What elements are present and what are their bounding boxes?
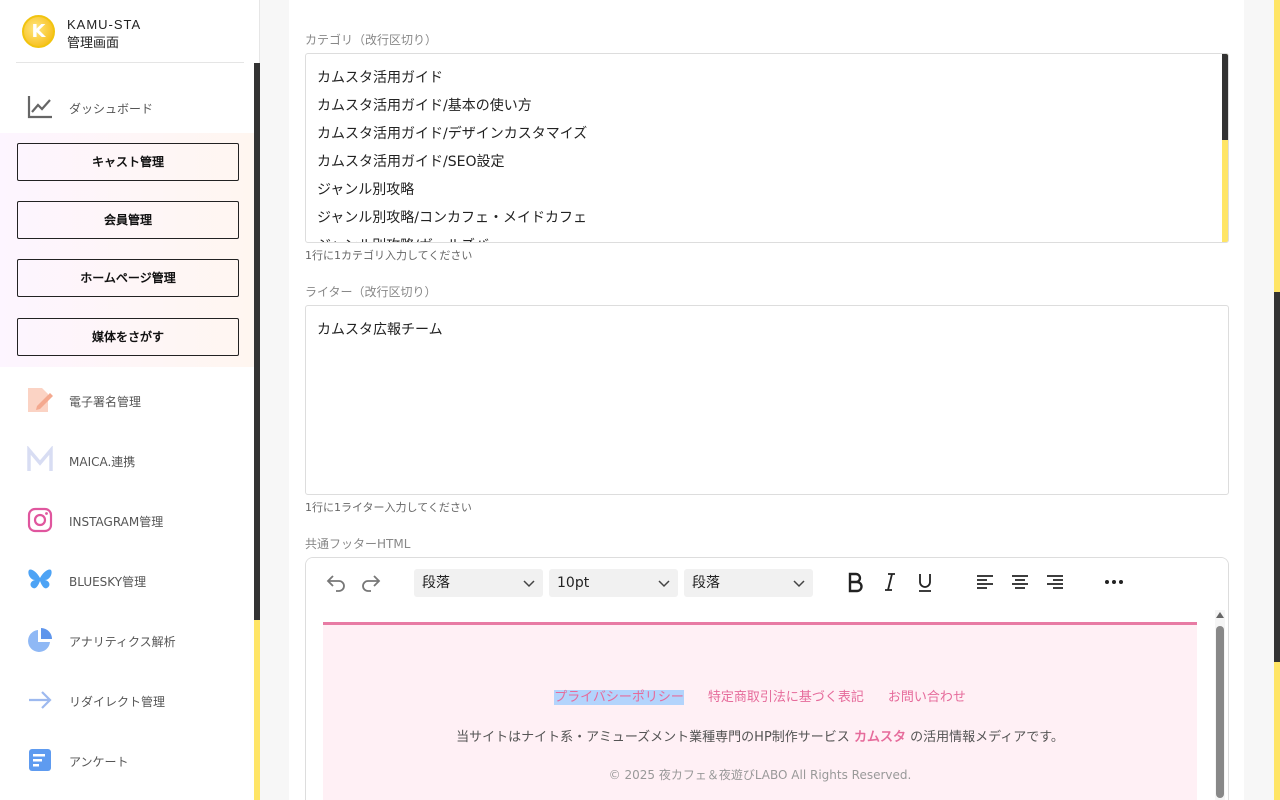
sidebar-item-maica[interactable]: MAICA.連携 [0,430,254,490]
paragraph-value: 段落 [692,575,720,591]
category-help: 1行に1カテゴリ入力してください [305,249,473,262]
kamusta-logo-icon: K [22,15,55,48]
cast-management-button[interactable]: キャスト管理 [17,143,239,181]
sidebar-item-analytics[interactable]: アナリティクス解析 [0,610,254,670]
page-scrollbar-thumb[interactable] [1274,292,1280,662]
paragraph-select[interactable]: 段落 [684,569,813,597]
underline-icon[interactable] [913,570,937,594]
brand-name: KAMU-STA [67,17,142,32]
redo-icon[interactable] [359,570,383,594]
sidebar-item-label: リダイレクト管理 [69,695,166,709]
footer-description: 当サイトはナイト系・アミューズメント業種専門のHP制作サービス カムスタ の活用… [456,730,1064,745]
italic-icon[interactable] [878,570,902,594]
chevron-down-icon [523,580,535,588]
editor-toolbar: 段落 10pt 段落 [306,558,1228,606]
privacy-policy-link[interactable]: プライバシーポリシー [554,690,684,705]
writer-line: カムスタ広報チーム [317,322,443,338]
font-size-value: 10pt [557,575,590,591]
chevron-down-icon [793,580,805,588]
signature-icon [28,388,53,412]
align-center-icon[interactable] [1008,570,1032,594]
brand[interactable]: K KAMU-STA 管理画面 [0,0,254,63]
writer-label: ライター（改行区切り） [305,285,437,299]
sidebar-item-redirect[interactable]: リダイレクト管理 [0,670,254,730]
homepage-management-button[interactable]: ホームページ管理 [17,259,239,297]
maica-logo-icon [27,446,53,471]
footer-preview: プライバシーポリシー 特定商取引法に基づく表記 お問い合わせ 当サイトはナイト系・ア… [323,622,1197,800]
arrow-right-icon [29,691,52,709]
footer-html-label: 共通フッターHTML [305,537,411,551]
contact-link[interactable]: お問い合わせ [888,690,966,705]
brand-highlight: カムスタ [853,730,906,745]
category-line: ジャンル別攻略/コンカフェ・メイドカフェ [317,210,588,226]
category-line: カムスタ活用ガイド/基本の使い方 [317,98,532,114]
pie-chart-icon [28,628,52,652]
brand-subtitle: 管理画面 [67,36,120,51]
align-right-icon[interactable] [1043,570,1067,594]
sidebar-item-survey[interactable]: アンケート [0,730,254,790]
instagram-icon [27,507,53,533]
rich-text-editor[interactable]: 段落 10pt 段落 プライバシーポリシー 特定商取引法に基づく表記 お問い合わ… [305,557,1229,800]
bluesky-icon [28,569,52,589]
footer-links: プライバシーポリシー 特定商取引法に基づく表記 お問い合わせ [323,686,1197,705]
sidebar-item-label: アンケート [69,755,129,769]
divider [16,62,244,63]
font-size-select[interactable]: 10pt [549,569,678,597]
sidebar-scrollbar-thumb[interactable] [254,63,260,620]
sidebar-item-bluesky[interactable]: BLUESKY管理 [0,550,254,610]
align-left-icon[interactable] [973,570,997,594]
block-format-value: 段落 [422,575,450,591]
survey-icon [29,749,51,771]
undo-icon[interactable] [324,570,348,594]
category-textarea[interactable]: カムスタ活用ガイド カムスタ活用ガイド/基本の使い方 カムスタ活用ガイド/デザイ… [305,53,1229,243]
category-label: カテゴリ（改行区切り） [305,33,438,47]
chevron-down-icon [658,580,670,588]
scroll-up-icon[interactable] [1215,610,1225,620]
sidebar: K KAMU-STA 管理画面 ダッシュボード キャスト管理 会員管理 ホームペ… [0,0,260,800]
more-icon[interactable] [1102,570,1126,594]
copyright: © 2025 夜カフェ＆夜遊びLABO All Rights Reserved. [608,768,912,782]
category-scrollbar-thumb[interactable] [1222,54,1228,140]
block-format-select[interactable]: 段落 [414,569,543,597]
writer-textarea[interactable]: カムスタ広報チーム [305,305,1229,495]
category-line: カムスタ活用ガイド/デザインカスタマイズ [317,126,588,142]
sidebar-item-instagram[interactable]: INSTAGRAM管理 [0,490,254,550]
media-search-button[interactable]: 媒体をさがす [17,318,239,356]
tokushoho-link[interactable]: 特定商取引法に基づく表記 [708,690,864,705]
sidebar-item-label: ダッシュボード [69,102,154,116]
sidebar-item-label: MAICA.連携 [69,455,136,469]
sidebar-item-dashboard[interactable]: ダッシュボード [0,77,254,137]
editor-scrollbar-thumb[interactable] [1216,626,1224,798]
category-line: カムスタ活用ガイド [317,70,443,86]
category-line: ジャンル別攻略/ガールズバー [306,232,1228,242]
sidebar-item-label: BLUESKY管理 [69,575,147,589]
bold-icon[interactable] [843,570,867,594]
line-chart-icon [27,96,52,119]
sidebar-item-label: アナリティクス解析 [69,635,176,649]
sidebar-item-label: INSTAGRAM管理 [69,515,164,529]
category-line: ジャンル別攻略 [317,182,415,198]
sidebar-group: キャスト管理 会員管理 ホームページ管理 媒体をさがす [0,133,254,367]
category-line: カムスタ活用ガイド/SEO設定 [317,154,505,170]
member-management-button[interactable]: 会員管理 [17,201,239,239]
sidebar-item-signature[interactable]: 電子署名管理 [0,370,254,430]
writer-help: 1行に1ライター入力してください [305,501,472,514]
editor-content[interactable]: プライバシーポリシー 特定商取引法に基づく表記 お問い合わせ 当サイトはナイト系・ア… [306,606,1228,800]
sidebar-item-label: 電子署名管理 [69,395,142,409]
